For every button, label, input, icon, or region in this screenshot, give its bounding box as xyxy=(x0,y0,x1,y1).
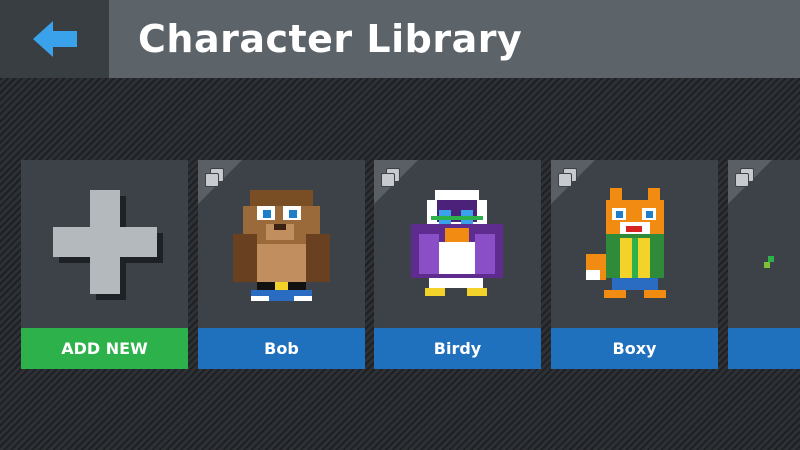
copy-icon[interactable] xyxy=(556,167,577,187)
character-card-bob[interactable]: Bob xyxy=(198,160,365,369)
copy-icon[interactable] xyxy=(203,167,224,187)
character-card-partial[interactable] xyxy=(728,160,800,369)
add-new-card[interactable]: ADD NEW xyxy=(21,160,188,369)
character-card-boxy[interactable]: Boxy xyxy=(551,160,718,369)
arrow-left-icon xyxy=(33,21,77,57)
back-button[interactable] xyxy=(0,0,109,78)
bob-sprite xyxy=(233,190,330,301)
copy-icon[interactable] xyxy=(733,167,754,187)
character-name-label xyxy=(728,328,800,369)
character-name-label: Bob xyxy=(198,328,365,369)
character-name-label: Boxy xyxy=(551,328,718,369)
copy-icon[interactable] xyxy=(379,167,400,187)
partial-sprite xyxy=(764,256,774,268)
plus-icon xyxy=(53,190,163,300)
birdy-sprite xyxy=(411,190,503,296)
header-bar: Character Library xyxy=(0,0,800,78)
page-title: Character Library xyxy=(138,17,523,61)
boxy-sprite xyxy=(586,188,666,298)
character-carousel[interactable]: ADD NEW Bob Birdy Boxy xyxy=(0,160,800,370)
add-new-label: ADD NEW xyxy=(21,328,188,369)
character-card-birdy[interactable]: Birdy xyxy=(374,160,541,369)
character-name-label: Birdy xyxy=(374,328,541,369)
